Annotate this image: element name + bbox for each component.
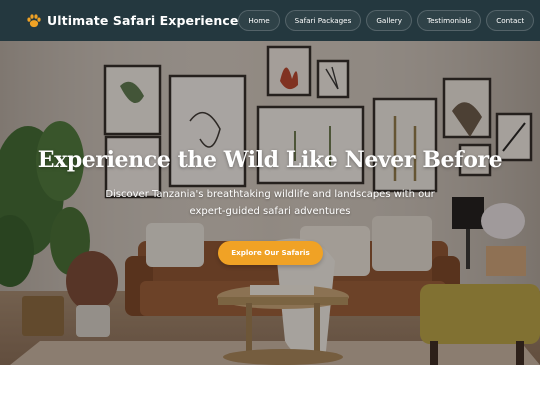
nav-link-home[interactable]: Home xyxy=(238,10,280,31)
site-header: Ultimate Safari Experience Home Safari P… xyxy=(0,0,540,41)
nav-link-testimonials[interactable]: Testimonials xyxy=(416,10,482,31)
hero-subtitle: Discover Tanzania's breathtaking wildlif… xyxy=(105,189,435,217)
hero-section: Experience the Wild Like Never Before Di… xyxy=(0,41,540,365)
nav-link-safari-packages[interactable]: Safari Packages xyxy=(284,10,362,31)
nav-link-contact[interactable]: Contact xyxy=(486,10,535,31)
brand[interactable]: Ultimate Safari Experience xyxy=(26,13,238,29)
explore-safaris-button[interactable]: Explore Our Safaris xyxy=(218,241,323,265)
paw-icon xyxy=(27,13,41,27)
brand-title: Ultimate Safari Experience xyxy=(47,13,239,28)
main-nav: Home Safari Packages Gallery Testimonial… xyxy=(238,10,535,31)
page-content-below xyxy=(0,365,540,405)
nav-link-gallery[interactable]: Gallery xyxy=(366,10,412,31)
hero-title: Experience the Wild Like Never Before xyxy=(37,147,503,173)
